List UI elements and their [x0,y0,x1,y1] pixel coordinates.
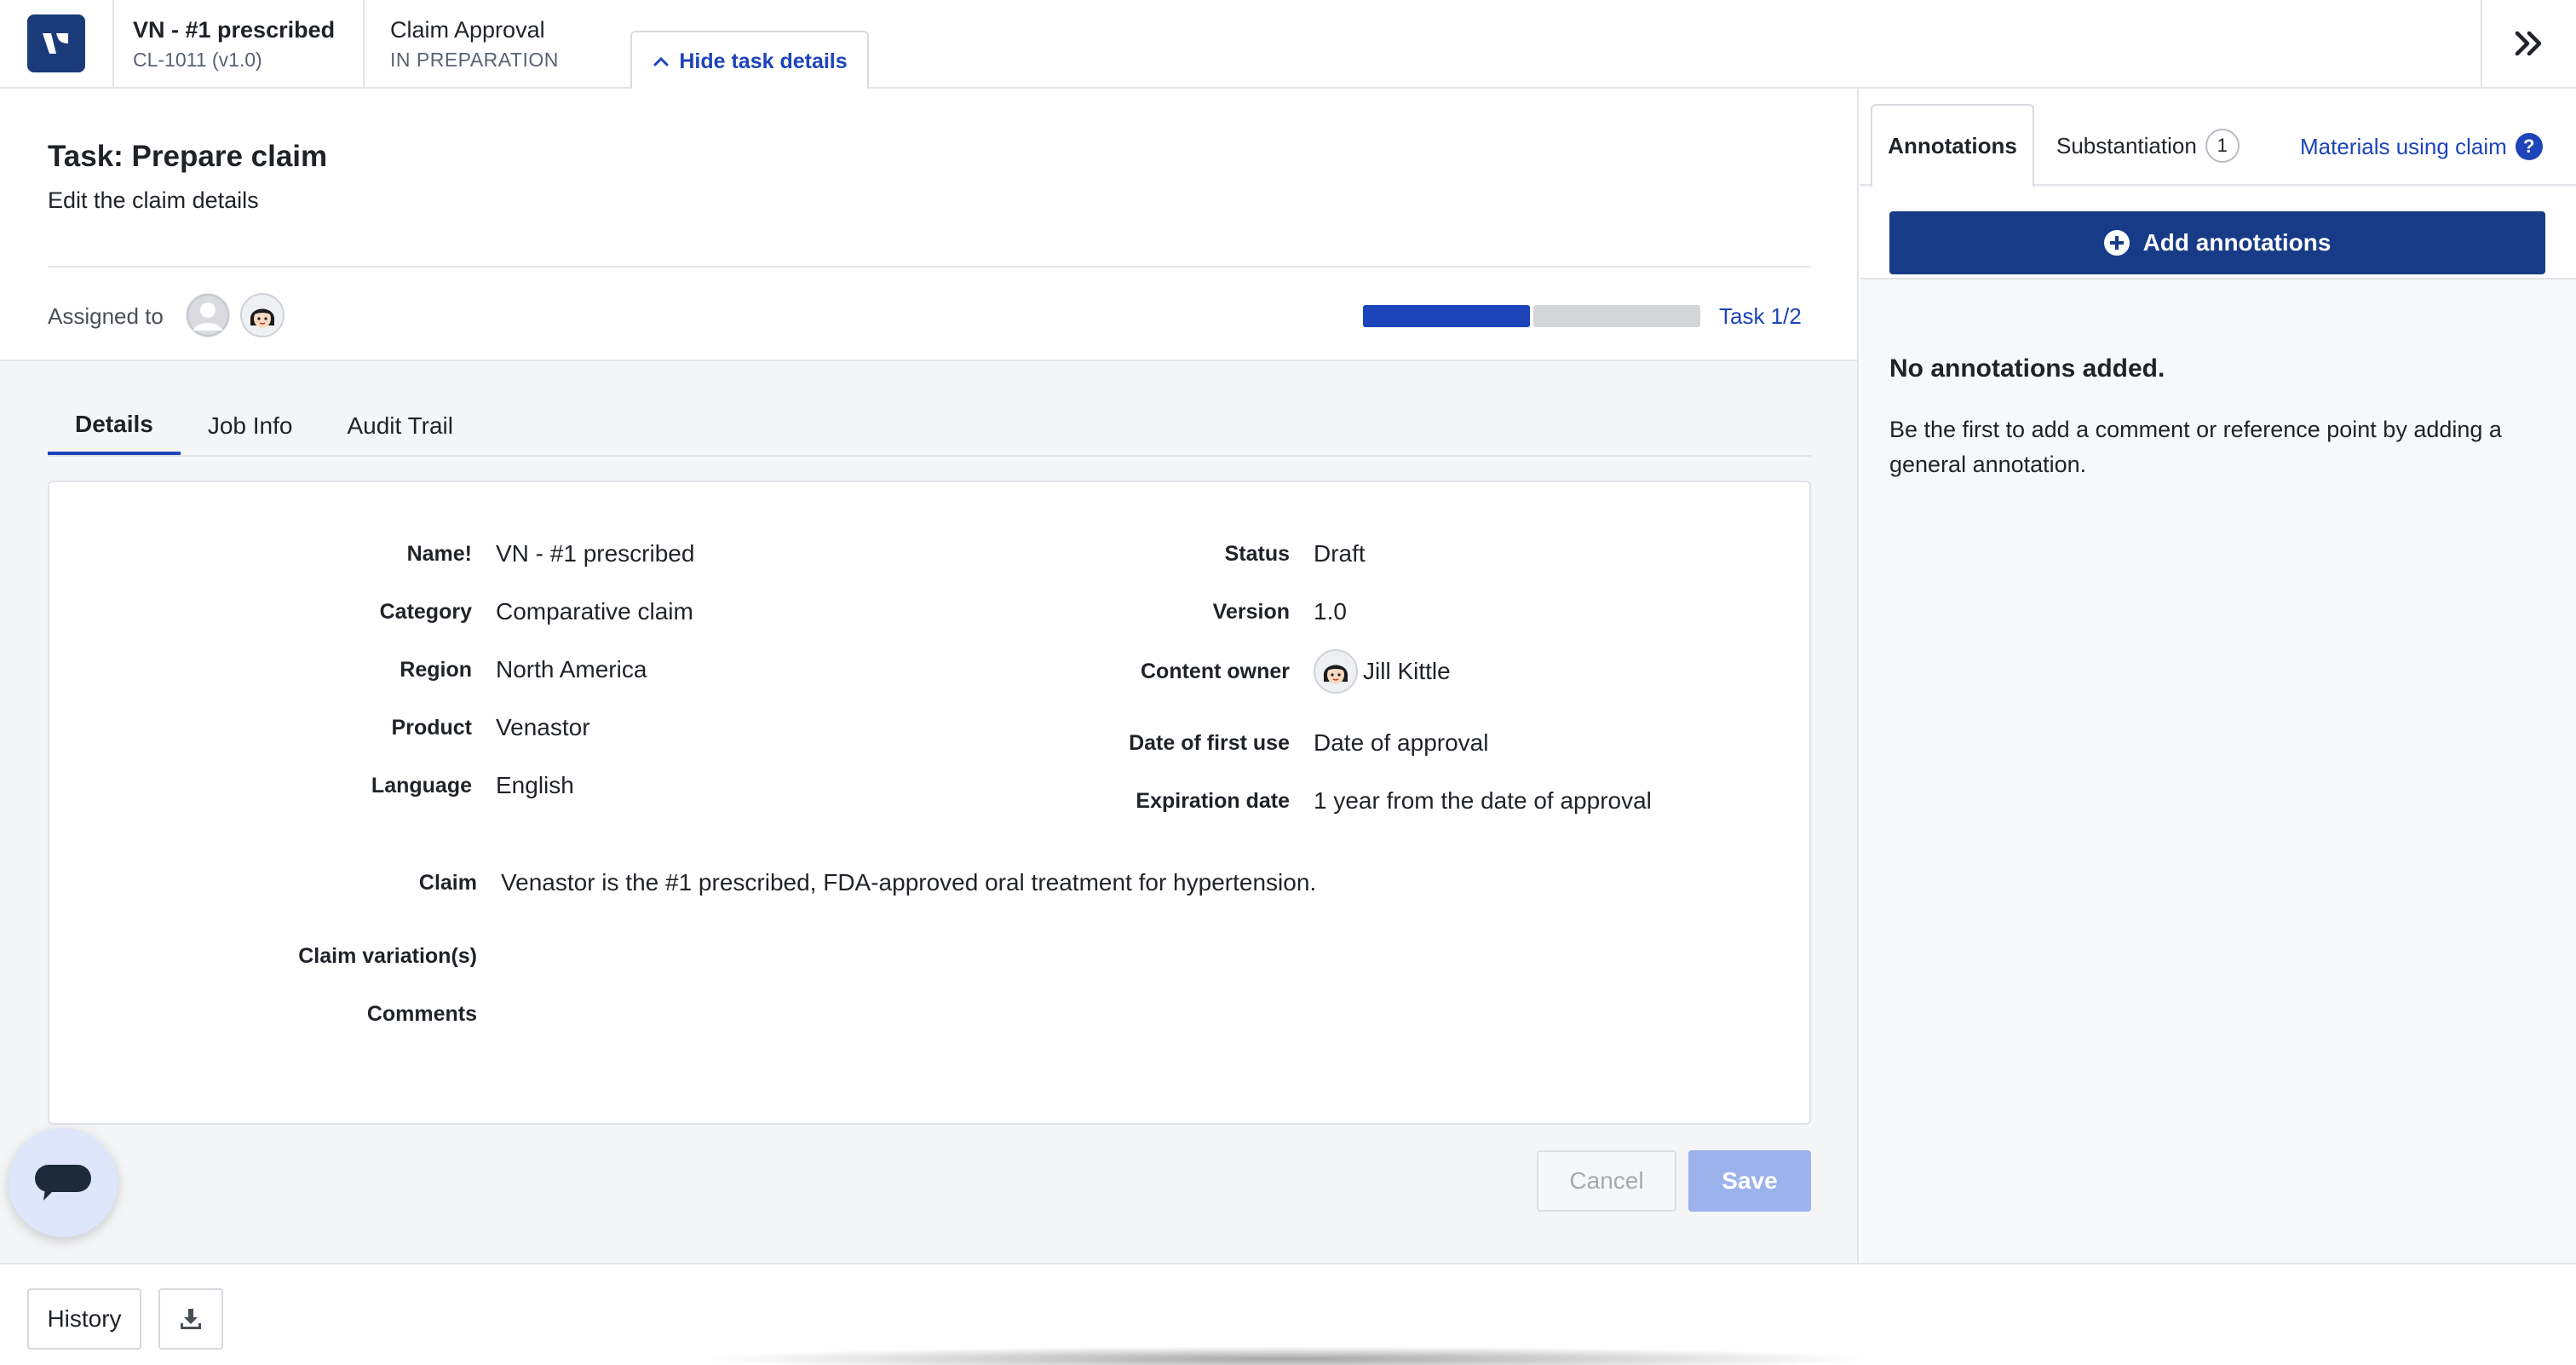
avatar [1314,649,1358,694]
field-label: Content owner [1141,659,1290,683]
tab-job-info[interactable]: Job Info [181,397,320,455]
task-header: Task: Prepare claim Edit the claim detai… [0,89,1857,361]
field-status: Status Draft [49,540,1366,567]
field-claim: Claim Venastor is the #1 prescribed, FDA… [49,869,1316,896]
footer-bar: History [0,1263,2576,1365]
main-content: Task: Prepare claim Edit the claim detai… [0,89,1859,1263]
tab-annotations[interactable]: Annotations [1871,104,2034,187]
chat-widget-button[interactable] [9,1128,118,1237]
tab-label: Substantiation [2056,132,2197,158]
field-label: Claim variation(s) [298,944,477,968]
history-button[interactable]: History [27,1288,141,1350]
empty-state-text: Be the first to add a comment or referen… [1889,417,2502,477]
empty-state-title: No annotations added. [1889,354,2165,383]
logo-cell[interactable] [0,0,114,87]
top-bar: VN - #1 prescribed CL-1011 (v1.0) Claim … [0,0,2576,89]
field-value: 1.0 [1314,598,1347,625]
field-date-first-use: Date of first use Date of approval [49,729,1488,757]
owner-info: Jill Kittle [1314,649,1451,694]
field-label: Date of first use [1129,730,1290,755]
workflow-info: Claim Approval IN PREPARATION [365,0,632,87]
progress-segment-complete [1363,305,1530,327]
details-tabs: Details Job Info Audit Trail [48,397,1811,457]
field-comments: Comments [49,1002,477,1027]
field-value: Draft [1314,540,1366,567]
divider [48,266,1811,268]
app-logo-icon [27,14,85,72]
field-label: Claim [418,870,477,895]
task-progress-bar [1363,305,1700,327]
scroll-shadow [699,1346,1874,1365]
materials-link-label: Materials using claim [2300,133,2507,159]
tab-details[interactable]: Details [48,397,181,455]
field-value: Jill Kittle [1363,658,1451,684]
avatar[interactable] [240,293,285,337]
download-icon [181,1309,201,1329]
chevron-up-icon [653,56,669,66]
help-icon[interactable]: ? [2515,133,2543,160]
field-value: 1 year from the date of approval [1314,787,1652,814]
tab-substantiation[interactable]: Substantiation 1 [2056,104,2240,187]
chat-icon [35,1165,91,1201]
claim-info: VN - #1 prescribed CL-1011 (v1.0) [114,0,365,87]
claim-title: VN - #1 prescribed [133,17,336,43]
claim-id: CL-1011 (v1.0) [133,49,262,71]
progress-segment-pending [1533,305,1700,327]
tab-audit-trail[interactable]: Audit Trail [319,397,480,455]
task-counter[interactable]: Task 1/2 [1719,303,1802,330]
field-value: Venastor is the #1 prescribed, FDA-appro… [501,869,1317,896]
field-label: Status [1224,541,1290,566]
field-claim-variations: Claim variation(s) [49,944,477,969]
field-expiration-date: Expiration date 1 year from the date of … [49,787,1652,815]
annotations-panel: Annotations Substantiation 1 Materials u… [1860,89,2576,1263]
task-title: Task: Prepare claim [48,140,328,173]
workflow-title: Claim Approval [390,17,545,43]
hide-task-details-label: Hide task details [679,49,848,73]
field-label: Expiration date [1136,788,1290,813]
assigned-to-label: Assigned to [48,303,164,329]
save-button[interactable]: Save [1688,1150,1811,1212]
add-annotations-button[interactable]: Add annotations [1889,211,2545,274]
field-content-owner: Content owner Jill Kittle [49,649,1451,694]
download-button[interactable] [158,1288,223,1350]
double-chevron-right-icon [2515,31,2542,56]
task-description: Edit the claim details [48,187,259,213]
claim-details-card: Name! VN - #1 prescribed Category Compar… [48,481,1811,1125]
side-tabs: Annotations Substantiation 1 Materials u… [1860,89,2576,187]
count-badge: 1 [2205,129,2240,163]
workflow-status: IN PREPARATION [390,49,559,71]
avatar-placeholder[interactable] [186,293,230,337]
expand-panel-button[interactable] [2481,0,2576,87]
materials-using-claim-link[interactable]: Materials using claim ? [2300,133,2543,160]
cancel-button[interactable]: Cancel [1537,1150,1676,1212]
hide-task-details-button[interactable]: Hide task details [630,31,869,90]
add-annotations-label: Add annotations [2142,229,2332,256]
field-label: Comments [366,1002,477,1026]
plus-circle-icon [2103,230,2130,256]
field-version: Version 1.0 [49,598,1347,625]
field-label: Version [1212,599,1290,624]
field-value: Date of approval [1314,729,1489,756]
